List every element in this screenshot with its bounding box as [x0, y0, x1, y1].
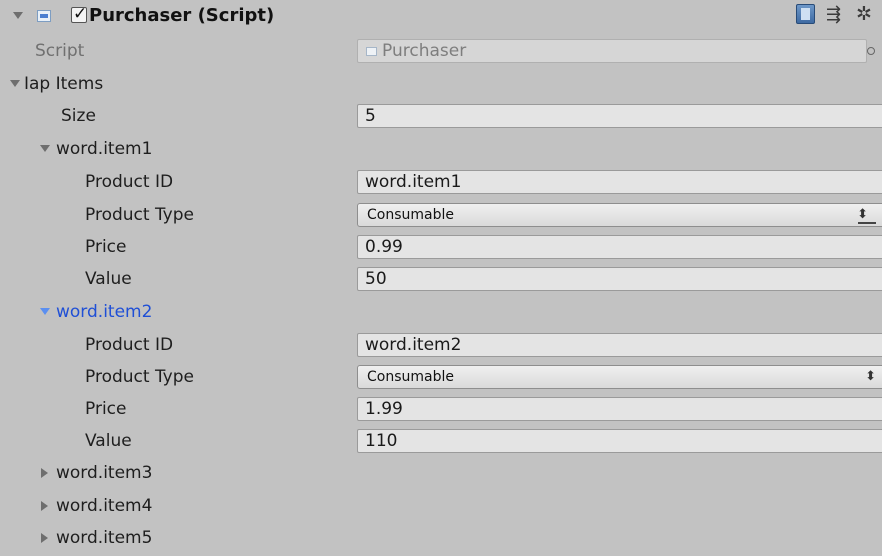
item-name-label: word.item1 [56, 139, 153, 159]
product-id-label: Product ID [85, 335, 174, 355]
object-picker-icon[interactable] [867, 47, 875, 55]
list-item-foldout[interactable]: word.item5 [0, 522, 882, 554]
product-id-input[interactable]: word.item1 [357, 170, 882, 194]
component-title: Purchaser (Script) [89, 5, 275, 26]
price-label: Price [85, 237, 127, 257]
price-label: Price [85, 399, 127, 419]
foldout-arrow-icon[interactable] [10, 80, 20, 87]
component-header: ✓ Purchaser (Script) ⇶ ✲ [0, 0, 882, 32]
item-name-label: word.item5 [56, 528, 153, 548]
product-id-label: Product ID [85, 172, 174, 192]
value-row: Value 110 [0, 425, 882, 457]
value-label: Value [85, 269, 132, 289]
item-name-label: word.item4 [56, 496, 153, 516]
value-row: Value 50 [0, 263, 882, 295]
value-label: Value [85, 431, 132, 451]
price-row: Price 1.99 [0, 393, 882, 425]
gear-icon[interactable]: ✲ [856, 3, 872, 25]
foldout-arrow-icon[interactable] [41, 501, 48, 511]
list-item-foldout[interactable]: word.item4 [0, 490, 882, 522]
value-input[interactable]: 110 [357, 429, 882, 453]
value-input[interactable]: 50 [357, 267, 882, 291]
foldout-arrow-icon[interactable] [40, 308, 50, 315]
script-row: Script Purchaser [0, 35, 882, 67]
preset-sliders-icon[interactable]: ⇶ [826, 4, 841, 26]
size-row: Size 5 [0, 100, 882, 132]
list-item-foldout[interactable]: word.item3 [0, 457, 882, 489]
focus-underline [858, 222, 876, 224]
product-type-dropdown[interactable]: Consumable ⬍ [357, 203, 882, 227]
collapse-arrow-icon[interactable] [13, 12, 23, 19]
product-type-label: Product Type [85, 205, 194, 225]
list-item-foldout[interactable]: word.item1 [0, 133, 882, 165]
product-type-dropdown[interactable]: Consumable ⬍ [357, 365, 882, 389]
size-label: Size [61, 106, 96, 126]
checkmark-icon: ✓ [73, 4, 88, 24]
product-type-value: Consumable [367, 369, 454, 385]
foldout-arrow-icon[interactable] [41, 468, 48, 478]
product-type-row: Product Type Consumable ⬍ [0, 361, 882, 393]
script-icon [366, 47, 377, 56]
foldout-arrow-icon[interactable] [40, 145, 50, 152]
script-field-value: Purchaser [382, 41, 467, 61]
product-type-value: Consumable [367, 207, 454, 223]
script-field[interactable]: Purchaser [357, 39, 867, 63]
item-name-label: word.item2 [56, 302, 153, 322]
list-item-foldout[interactable]: word.item2 [0, 296, 882, 328]
dropdown-arrows-icon: ⬍ [865, 369, 876, 384]
script-icon [37, 10, 51, 22]
item-name-label: word.item3 [56, 463, 153, 483]
iap-items-label: Iap Items [24, 74, 104, 94]
price-row: Price 0.99 [0, 231, 882, 263]
product-type-label: Product Type [85, 367, 194, 387]
product-id-row: Product ID word.item1 [0, 166, 882, 198]
script-label: Script [35, 41, 85, 61]
product-id-row: Product ID word.item2 [0, 329, 882, 361]
iap-items-foldout[interactable]: Iap Items [0, 68, 882, 100]
price-input[interactable]: 0.99 [357, 235, 882, 259]
size-input[interactable]: 5 [357, 104, 882, 128]
product-id-input[interactable]: word.item2 [357, 333, 882, 357]
foldout-arrow-icon[interactable] [41, 533, 48, 543]
enabled-checkbox[interactable]: ✓ [71, 4, 87, 24]
product-type-row: Product Type Consumable ⬍ [0, 199, 882, 231]
help-book-icon[interactable] [796, 4, 815, 24]
price-input[interactable]: 1.99 [357, 397, 882, 421]
